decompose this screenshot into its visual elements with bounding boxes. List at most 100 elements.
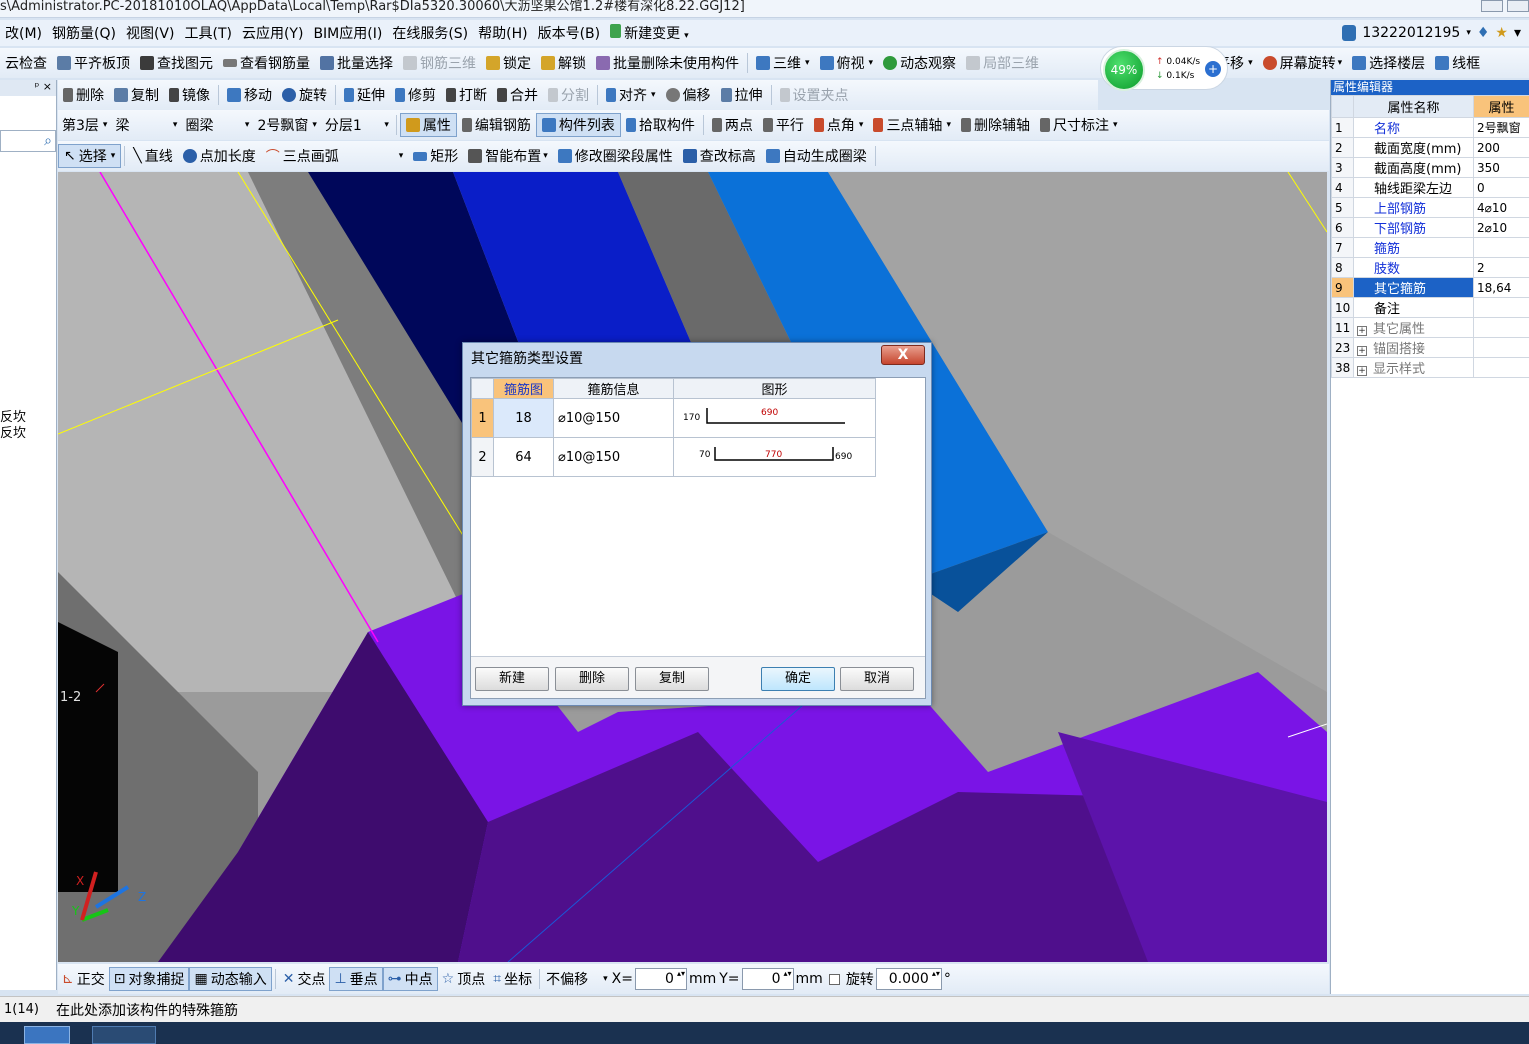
set-grip-button[interactable]: 设置夹点 (775, 83, 854, 107)
search-icon[interactable]: ⌕ (44, 133, 52, 149)
coordinate-snap[interactable]: ⌗ 坐标 (489, 969, 536, 989)
property-value[interactable] (1473, 317, 1529, 338)
panel-pin-close[interactable]: ᵖ × (0, 80, 56, 96)
taskbar-app-icon[interactable] (24, 1026, 70, 1044)
property-row[interactable]: 8 肢数 2 (1331, 257, 1529, 278)
property-value[interactable]: 2⌀10 (1473, 217, 1529, 238)
y-coordinate-input[interactable]: 0 (741, 968, 794, 990)
three-point-aux-axis-button[interactable]: 三点辅轴 ▾ (868, 113, 956, 137)
dynamic-input-toggle[interactable]: ▦ 动态输入 (189, 967, 272, 991)
ortho-toggle[interactable]: ⊾ 正交 (58, 969, 109, 989)
stirrup-row[interactable]: 1 18 ⌀10@150 170 690 (471, 398, 876, 438)
property-value[interactable]: 2 (1473, 257, 1529, 278)
copy-button[interactable]: 复制 (109, 83, 164, 107)
properties-button[interactable]: 属性 (399, 113, 457, 137)
move-button[interactable]: 移动 (222, 83, 277, 107)
menu-modify[interactable]: 改(M) (0, 23, 47, 43)
x-coordinate-input[interactable]: 0 (634, 968, 687, 990)
dimension-button[interactable]: 尺寸标注 ▾ (1035, 113, 1123, 137)
pick-component-button[interactable]: 拾取构件 (621, 113, 700, 137)
type-select[interactable]: 梁 ▾ (111, 114, 181, 136)
property-row[interactable]: 38 + 显示样式 (1331, 357, 1529, 378)
property-row[interactable]: 23 + 锚固搭接 (1331, 337, 1529, 358)
property-row[interactable]: 4 轴线距梁左边 0 (1331, 177, 1529, 198)
expand-icon[interactable]: + (1357, 326, 1367, 336)
intersection-snap[interactable]: ✕ 交点 (279, 969, 330, 989)
tree-item[interactable]: 反坎 (0, 426, 26, 442)
menu-cloud[interactable]: 云应用(Y) (237, 23, 308, 43)
batch-select-button[interactable]: 批量选择 (315, 51, 398, 75)
stirrup-row[interactable]: 2 64 ⌀10@150 70 770 690 (471, 437, 876, 477)
trim-button[interactable]: 修剪 (390, 83, 441, 107)
expand-icon[interactable]: + (1357, 346, 1367, 356)
split-button[interactable]: 分割 (543, 83, 594, 107)
point-angle-button[interactable]: 点角 ▾ (809, 113, 869, 137)
restore-button[interactable] (1507, 0, 1529, 12)
perpendicular-snap[interactable]: ⊥ 垂点 (329, 967, 383, 991)
batch-delete-unused-button[interactable]: 批量删除未使用构件 (591, 51, 744, 75)
local-3d-button[interactable]: 局部三维 (961, 51, 1044, 75)
layer-select[interactable]: 分层1 ▾ (321, 114, 393, 136)
property-row[interactable]: 5 上部钢筋 4⌀10 (1331, 197, 1529, 218)
menu-bim[interactable]: BIM应用(I) (308, 23, 387, 43)
rotate-angle-input[interactable]: 0.000 (875, 968, 942, 990)
extend-button[interactable]: 延伸 (339, 83, 390, 107)
property-value[interactable] (1473, 297, 1529, 318)
rotate-button[interactable]: 旋转 (277, 83, 332, 107)
shape-cell[interactable]: 70 770 690 (673, 437, 876, 477)
floor-select[interactable]: 第3层 ▾ (58, 114, 111, 136)
accelerate-button[interactable]: + (1205, 61, 1221, 77)
parallel-button[interactable]: 平行 (758, 113, 809, 137)
screen-rotate-button[interactable]: 屏幕旋转 ▾ (1258, 51, 1348, 75)
property-value[interactable]: 4⌀10 (1473, 197, 1529, 218)
align-slab-top-button[interactable]: 平齐板顶 (52, 51, 135, 75)
property-row[interactable]: 10 备注 (1331, 297, 1529, 318)
property-value[interactable]: 18,64 (1473, 277, 1529, 298)
property-row[interactable]: 9 其它箍筋 18,64 (1331, 277, 1529, 298)
mirror-button[interactable]: 镜像 (164, 83, 215, 107)
point-length-button[interactable]: 点加长度 (178, 144, 261, 168)
rotate-checkbox[interactable] (828, 973, 840, 985)
notification-icon[interactable]: ♦ (1477, 25, 1490, 41)
delete-aux-axis-button[interactable]: 删除辅轴 (956, 113, 1035, 137)
subtype-select[interactable]: 圈梁 ▾ (181, 114, 253, 136)
midpoint-snap[interactable]: ⊶ 中点 (382, 967, 438, 991)
star-icon[interactable]: ★ (1495, 25, 1508, 41)
break-button[interactable]: 打断 (441, 83, 492, 107)
offset-button[interactable]: 偏移 (661, 83, 716, 107)
property-value[interactable] (1473, 337, 1529, 358)
property-value[interactable]: 350 (1473, 157, 1529, 178)
property-value[interactable] (1473, 357, 1529, 378)
menu-help[interactable]: 帮助(H) (473, 23, 532, 43)
offset-select[interactable]: 不偏移 (543, 969, 603, 989)
two-points-button[interactable]: 两点 (707, 113, 758, 137)
new-button[interactable]: 新建 (475, 667, 549, 691)
select-floor-button[interactable]: 选择楼层 (1347, 51, 1430, 75)
property-value[interactable]: 200 (1473, 137, 1529, 158)
unlock-button[interactable]: 解锁 (536, 51, 591, 75)
menu-more-icon[interactable]: ▾ (1514, 25, 1521, 41)
menu-online-service[interactable]: 在线服务(S) (387, 23, 473, 43)
find-element-button[interactable]: 查找图元 (135, 51, 218, 75)
shape-cell[interactable]: 170 690 (673, 398, 876, 438)
cloud-check-button[interactable]: 云检查 (0, 51, 52, 75)
tree-item[interactable]: 反坎 (0, 410, 26, 426)
menu-new-change[interactable]: 新建变更 ▾ (605, 23, 694, 43)
smart-layout-button[interactable]: 智能布置 ▾ (463, 144, 553, 168)
property-row[interactable]: 6 下部钢筋 2⌀10 (1331, 217, 1529, 238)
line-button[interactable]: ╲ 直线 (128, 144, 177, 168)
property-value[interactable]: 2号飘窗 (1473, 117, 1529, 138)
copy-row-button[interactable]: 复制 (635, 667, 709, 691)
dynamic-observe-button[interactable]: 动态观察 (878, 51, 961, 75)
taskbar-app-icon[interactable] (92, 1026, 156, 1044)
delete-row-button[interactable]: 删除 (555, 667, 629, 691)
component-list-button[interactable]: 构件列表 (535, 113, 621, 137)
property-value[interactable] (1473, 237, 1529, 258)
menu-view[interactable]: 视图(V) (121, 23, 180, 43)
select-button[interactable]: ↖ 选择 ▾ (58, 144, 122, 168)
user-phone[interactable]: 13222012195 (1362, 25, 1460, 41)
top-view-button[interactable]: 俯视 ▾ (815, 51, 879, 75)
check-elevation-button[interactable]: 查改标高 (678, 144, 761, 168)
cancel-button[interactable]: 取消 (840, 667, 914, 691)
wireframe-button[interactable]: 线框 (1430, 51, 1485, 75)
